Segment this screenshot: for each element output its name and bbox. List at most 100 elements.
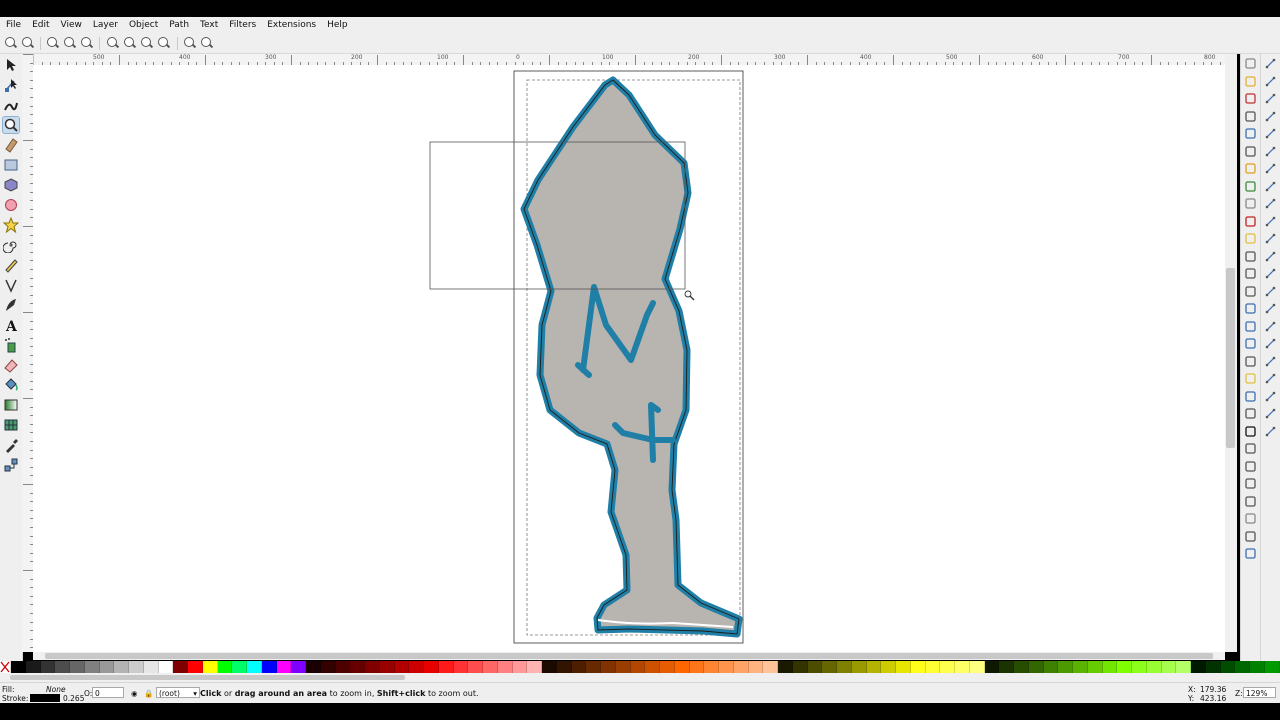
- ellipse-tool-icon[interactable]: [3, 197, 19, 213]
- palette-swatch[interactable]: [940, 661, 955, 673]
- palette-swatch[interactable]: [173, 661, 188, 673]
- snap-icon[interactable]: [1265, 373, 1276, 384]
- opacity-input[interactable]: 0: [92, 687, 124, 698]
- command-icon[interactable]: [1245, 548, 1256, 559]
- menu-file[interactable]: File: [0, 17, 26, 33]
- palette-swatch[interactable]: [424, 661, 439, 673]
- snap-icon[interactable]: [1265, 426, 1276, 437]
- command-icon[interactable]: [1245, 390, 1256, 402]
- fill-value[interactable]: None: [46, 685, 66, 694]
- snap-icon[interactable]: [1265, 58, 1276, 69]
- connector-tool-icon[interactable]: [3, 457, 19, 473]
- palette-swatch[interactable]: [778, 661, 793, 673]
- palette-swatch[interactable]: [1235, 661, 1250, 673]
- palette-swatch[interactable]: [1028, 661, 1044, 673]
- palette-swatch[interactable]: [763, 661, 778, 673]
- command-icon[interactable]: [1245, 530, 1256, 542]
- snap-icon[interactable]: [1265, 303, 1276, 314]
- measure-tool-icon[interactable]: [3, 137, 19, 153]
- palette-swatch[interactable]: [1043, 661, 1059, 673]
- palette-swatch[interactable]: [1132, 661, 1147, 673]
- palette-swatch[interactable]: [143, 661, 159, 673]
- snap-icon[interactable]: [1265, 216, 1276, 227]
- pencil-tool-icon[interactable]: [3, 257, 19, 273]
- palette-swatch[interactable]: [645, 661, 660, 673]
- command-icon[interactable]: [1245, 373, 1256, 384]
- command-icon[interactable]: [1245, 145, 1256, 157]
- snap-icon[interactable]: [1265, 128, 1276, 139]
- palette-swatch[interactable]: [350, 661, 365, 673]
- command-icon[interactable]: [1245, 163, 1256, 174]
- palette-swatch[interactable]: [674, 661, 690, 673]
- snap-icon[interactable]: [1265, 181, 1276, 192]
- snap-icon[interactable]: [1265, 198, 1276, 209]
- palette-swatch[interactable]: [1146, 661, 1162, 673]
- palette-swatch[interactable]: [1264, 661, 1280, 673]
- palette-swatch[interactable]: [409, 661, 424, 673]
- snap-icon[interactable]: [1265, 338, 1276, 349]
- command-icon[interactable]: [1245, 408, 1256, 419]
- command-icon[interactable]: [1245, 75, 1256, 87]
- palette-swatch[interactable]: [896, 661, 911, 673]
- palette-swatch[interactable]: [70, 661, 85, 673]
- palette-swatch[interactable]: [719, 661, 734, 673]
- text-tool-icon[interactable]: A: [3, 317, 19, 333]
- palette-swatch[interactable]: [866, 661, 882, 673]
- palette-swatch[interactable]: [306, 661, 321, 673]
- palette-swatch[interactable]: [1191, 661, 1206, 673]
- command-icon[interactable]: [1245, 460, 1256, 472]
- palette-swatch[interactable]: [365, 661, 380, 673]
- palette-swatch[interactable]: [984, 661, 1000, 673]
- palette-swatch[interactable]: [276, 661, 292, 673]
- command-icon[interactable]: [1245, 320, 1256, 332]
- palette-swatch[interactable]: [1014, 661, 1029, 673]
- palette-swatch[interactable]: [497, 661, 513, 673]
- calligraphy-tool-icon[interactable]: [3, 297, 19, 313]
- mesh-tool-icon[interactable]: [3, 417, 19, 433]
- palette-swatch[interactable]: [571, 661, 587, 673]
- palette-swatch[interactable]: [188, 661, 203, 673]
- snap-icon[interactable]: [1265, 76, 1276, 87]
- command-icon[interactable]: [1245, 285, 1256, 297]
- rectangle-tool-icon[interactable]: [3, 157, 19, 173]
- command-icon[interactable]: [1245, 443, 1256, 454]
- zoom-in-icon[interactable]: [4, 36, 18, 50]
- menu-layer[interactable]: Layer: [87, 17, 123, 33]
- palette-swatch[interactable]: [320, 661, 336, 673]
- spiral-tool-icon[interactable]: [3, 237, 19, 253]
- palette-swatch[interactable]: [291, 661, 306, 673]
- horizontal-scroll-thumb[interactable]: [45, 653, 1213, 659]
- palette-scroll-thumb[interactable]: [10, 675, 405, 680]
- stroke-color-indicator[interactable]: [30, 694, 60, 702]
- palette-swatch[interactable]: [792, 661, 808, 673]
- palette-swatch[interactable]: [969, 661, 985, 673]
- menu-text[interactable]: Text: [194, 17, 223, 33]
- palette-swatch[interactable]: [55, 661, 70, 673]
- palette-swatch[interactable]: [453, 661, 469, 673]
- palette-swatch[interactable]: [84, 661, 100, 673]
- snap-icon[interactable]: [1265, 251, 1276, 262]
- command-icon[interactable]: [1245, 250, 1256, 262]
- palette-swatch[interactable]: [335, 661, 351, 673]
- palette-swatch[interactable]: [438, 661, 454, 673]
- palette-swatch[interactable]: [1073, 661, 1088, 673]
- palette-swatch[interactable]: [394, 661, 410, 673]
- layer-dropdown[interactable]: (root) ▾: [156, 687, 200, 698]
- command-icon[interactable]: [1245, 478, 1256, 489]
- command-icon[interactable]: [1245, 355, 1256, 367]
- palette-swatch[interactable]: [483, 661, 498, 673]
- zoom-page-icon[interactable]: [140, 36, 154, 50]
- palette-swatch[interactable]: [1087, 661, 1103, 673]
- palette-swatch[interactable]: [704, 661, 719, 673]
- palette-swatch[interactable]: [999, 661, 1014, 673]
- palette-swatch[interactable]: [925, 661, 941, 673]
- gradient-tool-icon[interactable]: [3, 397, 19, 413]
- zoom-drawing-icon[interactable]: [123, 36, 137, 50]
- palette-swatch[interactable]: [202, 661, 218, 673]
- palette-swatch[interactable]: [379, 661, 395, 673]
- snap-icon[interactable]: [1265, 93, 1276, 104]
- zoom-1-1-icon[interactable]: [46, 36, 60, 50]
- palette-swatch[interactable]: [158, 661, 174, 673]
- palette-swatch[interactable]: [807, 661, 823, 673]
- palette-swatch[interactable]: [881, 661, 896, 673]
